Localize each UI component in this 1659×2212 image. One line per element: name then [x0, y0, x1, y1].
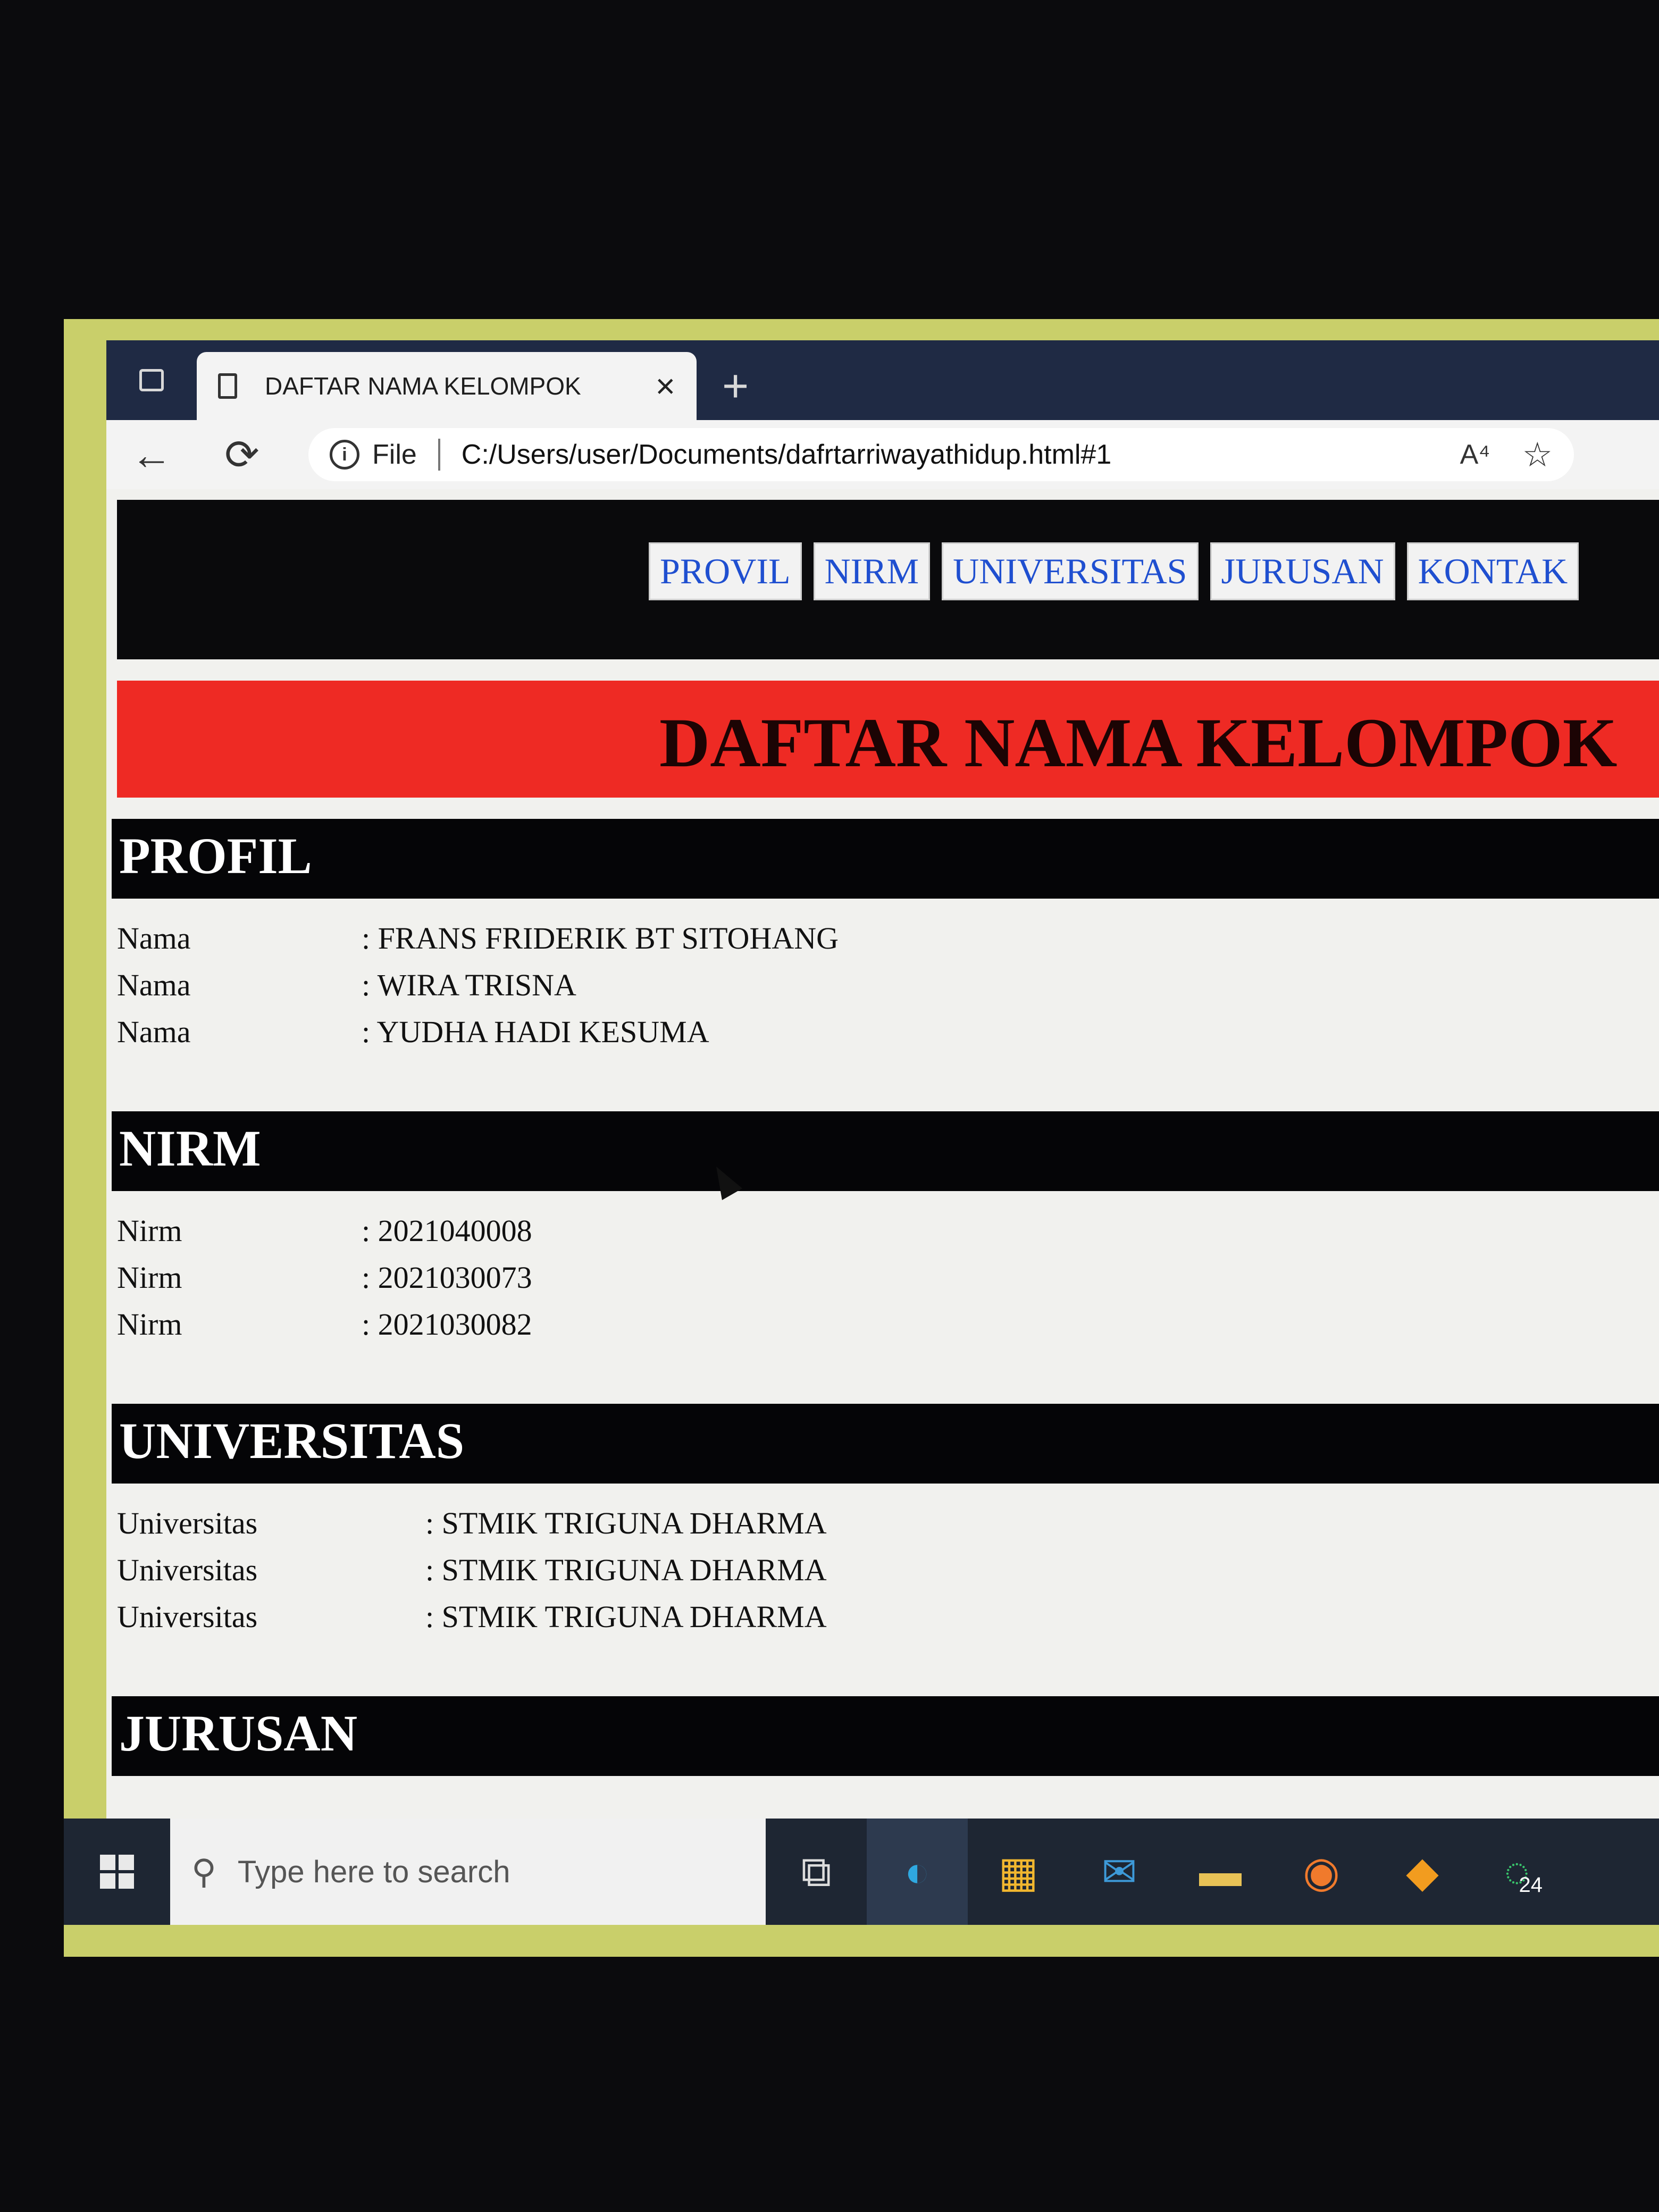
- list-item: Nirm : 2021030082: [117, 1301, 532, 1347]
- row-label: Nirm: [117, 1306, 182, 1342]
- section-header-profil: PROFIL: [112, 819, 1659, 899]
- row-value: : STMIK TRIGUNA DHARMA: [425, 1599, 827, 1634]
- start-button[interactable]: [64, 1855, 170, 1889]
- taskbar-search[interactable]: ⚲ Type here to search: [170, 1819, 766, 1925]
- list-item: Nama : WIRA TRISNA: [117, 961, 839, 1008]
- title-banner: DAFTAR NAMA KELOMPOK: [117, 681, 1659, 798]
- store-icon[interactable]: ▦: [968, 1819, 1069, 1925]
- row-value: : YUDHA HADI KESUMA: [362, 1014, 709, 1049]
- page-title: DAFTAR NAMA KELOMPOK: [659, 703, 1618, 782]
- nav-link-jurusan[interactable]: JURUSAN: [1210, 542, 1395, 600]
- close-icon[interactable]: ×: [656, 366, 675, 406]
- tab-actions-button[interactable]: [106, 340, 197, 420]
- browser-window: DAFTAR NAMA KELOMPOK × + ← ⟳ i File C:/U…: [106, 340, 1659, 1819]
- search-icon: ⚲: [191, 1852, 216, 1891]
- tab-title: DAFTAR NAMA KELOMPOK: [265, 372, 581, 400]
- row-value: : STMIK TRIGUNA DHARMA: [425, 1552, 827, 1587]
- file-explorer-icon[interactable]: ▬: [1170, 1819, 1271, 1925]
- section-header-jurusan: JURUSAN: [112, 1696, 1659, 1776]
- section-header-universitas: UNIVERSITAS: [112, 1404, 1659, 1484]
- tab-active[interactable]: DAFTAR NAMA KELOMPOK ×: [197, 352, 697, 420]
- row-label: Universitas: [117, 1552, 258, 1587]
- row-label: Nama: [117, 920, 191, 956]
- whatsapp-button[interactable]: ◌ 24: [1473, 1819, 1574, 1925]
- list-item: Nirm : 2021030073: [117, 1254, 532, 1301]
- search-placeholder: Type here to search: [237, 1854, 510, 1889]
- notification-badge: 24: [1519, 1873, 1543, 1897]
- nav-link-universitas[interactable]: UNIVERSITAS: [942, 542, 1199, 600]
- universitas-list: Universitas : STMIK TRIGUNA DHARMA Unive…: [117, 1499, 827, 1640]
- list-item: Universitas : STMIK TRIGUNA DHARMA: [117, 1593, 827, 1640]
- list-item: Nama : FRANS FRIDERIK BT SITOHANG: [117, 915, 839, 961]
- row-value: : 2021030073: [362, 1260, 532, 1295]
- nirm-list: Nirm : 2021040008 Nirm : 2021030073 Nirm…: [117, 1207, 532, 1347]
- task-view-icon[interactable]: ⧉: [766, 1819, 867, 1925]
- info-icon[interactable]: i: [330, 440, 359, 470]
- section-title: NIRM: [119, 1120, 261, 1177]
- section-title: PROFIL: [119, 827, 312, 884]
- nav-link-nirm[interactable]: NIRM: [813, 542, 931, 600]
- page-icon: [218, 373, 237, 399]
- favorite-icon[interactable]: ☆: [1522, 435, 1553, 475]
- nav-link-kontak[interactable]: KONTAK: [1406, 542, 1579, 600]
- site-navbar: PROVIL NIRM UNIVERSITAS JURUSAN KONTAK: [117, 500, 1659, 659]
- refresh-icon[interactable]: ⟳: [197, 431, 287, 479]
- nav-links: PROVIL NIRM UNIVERSITAS JURUSAN KONTAK: [649, 542, 1579, 600]
- monitor-screen: DAFTAR NAMA KELOMPOK × + ← ⟳ i File C:/U…: [64, 319, 1659, 1957]
- mail-icon[interactable]: ✉: [1069, 1819, 1170, 1925]
- tab-actions-icon: [139, 369, 164, 391]
- profil-list: Nama : FRANS FRIDERIK BT SITOHANG Nama :…: [117, 915, 839, 1055]
- url-text[interactable]: C:/Users/user/Documents/dafrtarriwayathi…: [462, 439, 1460, 471]
- section-title: UNIVERSITAS: [119, 1412, 465, 1469]
- row-label: Universitas: [117, 1599, 258, 1634]
- row-label: Nirm: [117, 1260, 182, 1295]
- tab-bar: DAFTAR NAMA KELOMPOK × +: [106, 340, 1659, 420]
- row-value: : WIRA TRISNA: [362, 967, 576, 1002]
- nav-link-provil[interactable]: PROVIL: [649, 542, 802, 600]
- taskbar: ⚲ Type here to search ⧉ ◐ ▦ ✉ ▬ ◉ ◆ ◌ 24: [64, 1819, 1659, 1925]
- address-bar[interactable]: i File C:/Users/user/Documents/dafrtarri…: [308, 428, 1574, 481]
- row-value: : FRANS FRIDERIK BT SITOHANG: [362, 920, 839, 956]
- row-value: : 2021030082: [362, 1306, 532, 1342]
- row-label: Nirm: [117, 1213, 182, 1248]
- new-tab-icon[interactable]: +: [722, 360, 749, 413]
- list-item: Nirm : 2021040008: [117, 1207, 532, 1254]
- list-item: Universitas : STMIK TRIGUNA DHARMA: [117, 1499, 827, 1546]
- section-header-nirm: NIRM: [112, 1111, 1659, 1191]
- row-value: : 2021040008: [362, 1213, 532, 1248]
- read-aloud-icon[interactable]: A⁴: [1460, 439, 1490, 471]
- page-content: PROVIL NIRM UNIVERSITAS JURUSAN KONTAK D…: [106, 489, 1659, 1819]
- windows-icon: [100, 1855, 134, 1889]
- list-item: Universitas : STMIK TRIGUNA DHARMA: [117, 1546, 827, 1593]
- sublime-text-icon[interactable]: ◆: [1372, 1819, 1473, 1925]
- address-toolbar: ← ⟳ i File C:/Users/user/Documents/dafrt…: [106, 420, 1659, 489]
- address-divider: [438, 439, 440, 471]
- row-value: : STMIK TRIGUNA DHARMA: [425, 1505, 827, 1540]
- section-title: JURUSAN: [119, 1705, 358, 1762]
- row-label: Nama: [117, 967, 191, 1002]
- firefox-icon[interactable]: ◉: [1271, 1819, 1372, 1925]
- scheme-label: File: [372, 439, 417, 470]
- row-label: Nama: [117, 1014, 191, 1049]
- list-item: Nama : YUDHA HADI KESUMA: [117, 1008, 839, 1055]
- back-icon[interactable]: ←: [106, 431, 197, 479]
- row-label: Universitas: [117, 1505, 258, 1540]
- edge-icon[interactable]: ◐: [867, 1819, 968, 1925]
